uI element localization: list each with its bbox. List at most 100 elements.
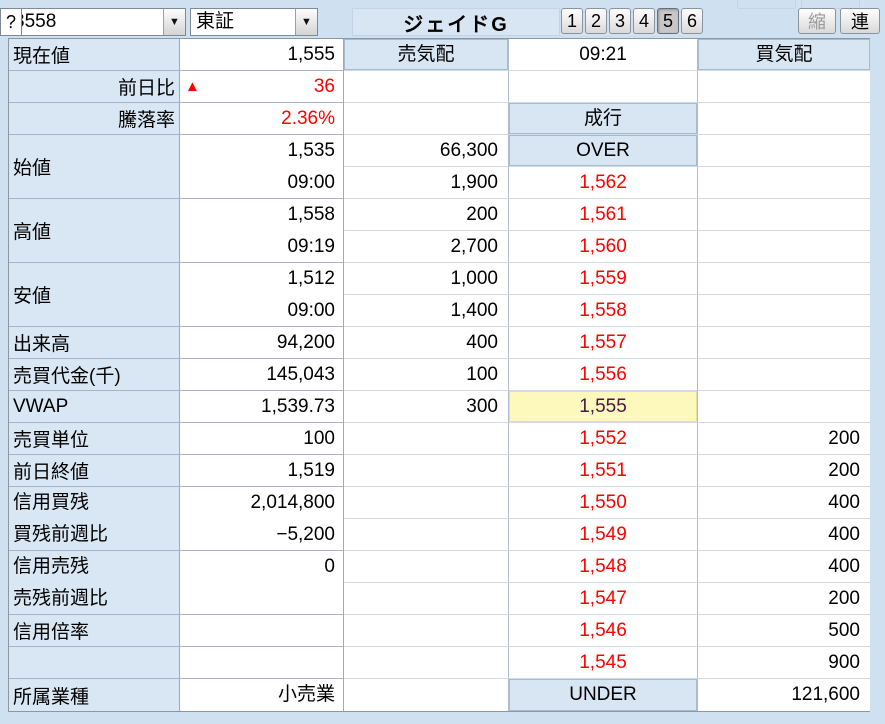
buy-qty-cell[interactable] bbox=[698, 359, 870, 391]
info-value-cell: 1,512 09:00 bbox=[180, 263, 343, 327]
info-label-cell: VWAP bbox=[9, 391, 180, 423]
price-cell[interactable]: 1,558 bbox=[509, 295, 698, 327]
info-grid: 現在値 1,555 前日比 ▲ 36 騰落率 2.36% 始値 1,535 09:00 高値 1,55… bbox=[9, 39, 344, 711]
sell-qty-cell[interactable]: 2,700 bbox=[344, 231, 509, 263]
chevron-down-icon[interactable]: ▼ bbox=[295, 9, 317, 35]
info-value-cell bbox=[180, 647, 343, 679]
info-label-cell: 売買単位 bbox=[9, 423, 180, 455]
help-button[interactable]: ? bbox=[0, 8, 22, 36]
buy-qty-cell[interactable] bbox=[698, 295, 870, 327]
info-label-cell: 現在値 bbox=[9, 39, 180, 71]
info-value-cell: 1,535 09:00 bbox=[180, 135, 343, 199]
shrink-button[interactable]: 縮 bbox=[798, 8, 836, 34]
sell-qty-cell[interactable] bbox=[344, 647, 509, 679]
buy-header-cell: 買気配 bbox=[698, 39, 870, 71]
price-cell[interactable]: 1,560 bbox=[509, 231, 698, 263]
buy-qty-cell[interactable] bbox=[698, 167, 870, 199]
price-cell[interactable]: OVER bbox=[509, 135, 698, 167]
price-cell[interactable]: 1,561 bbox=[509, 199, 698, 231]
page-button-2[interactable]: 2 bbox=[585, 8, 607, 34]
symbol-code[interactable]: 3558 bbox=[9, 9, 163, 35]
buy-qty-cell[interactable]: 400 bbox=[698, 519, 870, 551]
price-cell[interactable]: 1,547 bbox=[509, 583, 698, 615]
buy-qty-cell[interactable] bbox=[698, 135, 870, 167]
info-label-cell: 所属業種 bbox=[9, 679, 180, 711]
buy-qty-cell[interactable]: 200 bbox=[698, 583, 870, 615]
sell-qty-cell[interactable]: 100 bbox=[344, 359, 509, 391]
buy-qty-cell[interactable]: 900 bbox=[698, 647, 870, 679]
info-value-cell: 小売業 bbox=[180, 679, 343, 711]
price-cell[interactable]: 1,552 bbox=[509, 423, 698, 455]
buy-qty-cell[interactable] bbox=[698, 231, 870, 263]
buy-qty-cell[interactable]: 400 bbox=[698, 487, 870, 519]
buy-qty-cell[interactable] bbox=[698, 71, 870, 103]
sell-qty-cell[interactable] bbox=[344, 679, 509, 711]
buy-qty-cell[interactable]: 200 bbox=[698, 423, 870, 455]
info-value-cell: 1,555 bbox=[180, 39, 343, 71]
info-value-cell: 1,539.73 bbox=[180, 391, 343, 423]
sell-qty-cell[interactable]: 200 bbox=[344, 199, 509, 231]
buy-qty-cell[interactable] bbox=[698, 263, 870, 295]
sell-qty-cell[interactable]: 1,900 bbox=[344, 167, 509, 199]
page-button-5[interactable]: 5 bbox=[657, 8, 679, 34]
price-cell[interactable]: 1,556 bbox=[509, 359, 698, 391]
price-cell[interactable]: 1,562 bbox=[509, 167, 698, 199]
info-label-cell: 前日終値 bbox=[9, 455, 180, 487]
info-label-cell: 高値 bbox=[9, 199, 180, 263]
info-value-cell: ▲ 36 bbox=[180, 71, 343, 103]
info-label-cell: 信用売残 売残前週比 bbox=[9, 551, 180, 615]
sell-qty-cell[interactable] bbox=[344, 103, 509, 135]
info-value-cell: 100 bbox=[180, 423, 343, 455]
buy-qty-cell[interactable] bbox=[698, 199, 870, 231]
info-value-cell: 1,519 bbox=[180, 455, 343, 487]
sell-qty-cell[interactable]: 400 bbox=[344, 327, 509, 359]
buy-qty-cell[interactable] bbox=[698, 103, 870, 135]
price-cell[interactable]: 1,555 bbox=[509, 391, 698, 423]
market-combobox[interactable]: 東証 ▼ bbox=[190, 8, 318, 36]
sell-qty-cell[interactable]: 1,400 bbox=[344, 295, 509, 327]
page-button-6[interactable]: 6 bbox=[681, 8, 703, 34]
sell-qty-cell[interactable]: 66,300 bbox=[344, 135, 509, 167]
info-label-cell: 始値 bbox=[9, 135, 180, 199]
buy-qty-cell[interactable]: 121,600 bbox=[698, 679, 870, 711]
info-label-cell: 売買代金(千) bbox=[9, 359, 180, 391]
buy-qty-cell[interactable] bbox=[698, 327, 870, 359]
price-cell[interactable]: 1,548 bbox=[509, 551, 698, 583]
info-label-cell: 騰落率 bbox=[9, 103, 180, 135]
buy-qty-cell[interactable] bbox=[698, 391, 870, 423]
buy-qty-cell[interactable]: 200 bbox=[698, 455, 870, 487]
sell-qty-cell[interactable]: 1,000 bbox=[344, 263, 509, 295]
buy-qty-cell[interactable]: 400 bbox=[698, 551, 870, 583]
price-cell[interactable]: 1,546 bbox=[509, 615, 698, 647]
sell-qty-cell[interactable] bbox=[344, 423, 509, 455]
stock-board-window: 3558 ▼ 東証 ▼ ? ジェイドG 123456 縮 連 現在値 1,555 前… bbox=[0, 0, 885, 724]
price-cell[interactable]: 1,551 bbox=[509, 455, 698, 487]
up-triangle-icon: ▲ bbox=[185, 77, 200, 95]
sell-qty-cell[interactable]: 300 bbox=[344, 391, 509, 423]
page-button-4[interactable]: 4 bbox=[633, 8, 655, 34]
sell-qty-cell[interactable] bbox=[344, 519, 509, 551]
info-value-cell bbox=[180, 615, 343, 647]
price-cell[interactable]: 成行 bbox=[509, 103, 698, 135]
sell-qty-cell[interactable] bbox=[344, 583, 509, 615]
info-label-cell bbox=[9, 647, 180, 679]
price-cell[interactable]: 1,545 bbox=[509, 647, 698, 679]
page-button-3[interactable]: 3 bbox=[609, 8, 631, 34]
price-cell[interactable]: UNDER bbox=[509, 679, 698, 711]
price-cell[interactable]: 1,559 bbox=[509, 263, 698, 295]
page-button-1[interactable]: 1 bbox=[561, 8, 583, 34]
chevron-down-icon[interactable]: ▼ bbox=[163, 9, 185, 35]
sell-qty-cell[interactable] bbox=[344, 615, 509, 647]
buy-qty-cell[interactable]: 500 bbox=[698, 615, 870, 647]
price-cell[interactable]: 1,549 bbox=[509, 519, 698, 551]
sell-qty-cell[interactable] bbox=[344, 551, 509, 583]
market-label[interactable]: 東証 bbox=[191, 9, 295, 35]
sell-qty-cell[interactable] bbox=[344, 71, 509, 103]
sell-qty-cell[interactable] bbox=[344, 487, 509, 519]
link-button[interactable]: 連 bbox=[840, 8, 880, 34]
price-cell[interactable]: 1,550 bbox=[509, 487, 698, 519]
sell-qty-cell[interactable] bbox=[344, 455, 509, 487]
price-cell[interactable] bbox=[509, 71, 698, 103]
price-cell[interactable]: 1,557 bbox=[509, 327, 698, 359]
symbol-combobox[interactable]: 3558 ▼ bbox=[8, 8, 186, 36]
